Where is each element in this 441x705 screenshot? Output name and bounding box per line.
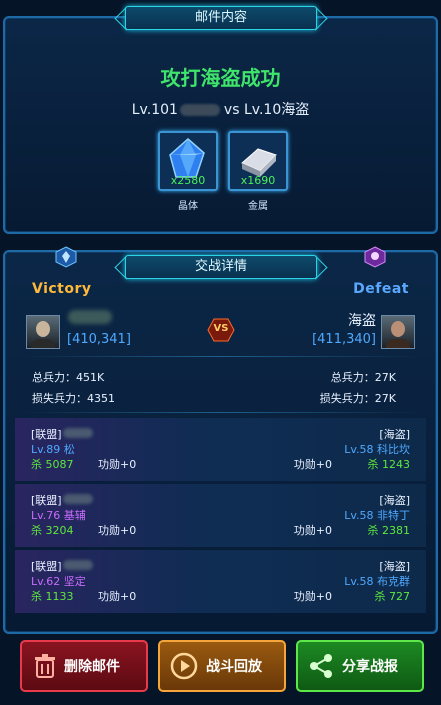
attacker-power: [410,341]	[67, 332, 131, 347]
metal-label: 金属	[248, 201, 268, 212]
crystal-qty: x2580	[170, 174, 206, 187]
right-tag: [海盗]	[379, 428, 410, 441]
right-kills: 杀 1243	[367, 458, 411, 471]
right-name: Lv.58 科比坎	[344, 443, 410, 456]
divider	[18, 412, 423, 413]
defender-lost-troops: 损失兵力：27K	[319, 392, 396, 405]
battle-tab-title: 交战详情	[125, 255, 317, 279]
defender-name: 海盗	[348, 313, 376, 329]
left-merit: 功勋+0	[98, 458, 137, 471]
delete-mail-button[interactable]: 删除邮件	[20, 640, 148, 692]
alliance-emblem-icon	[55, 246, 77, 268]
mail-tab-title: 邮件内容	[125, 6, 317, 30]
right-tag: [海盗]	[379, 494, 410, 507]
vs-word: vs	[223, 102, 240, 118]
trash-icon	[35, 654, 55, 678]
left-merit: 功勋+0	[98, 524, 137, 537]
share-label: 分享战报	[342, 659, 398, 675]
level-matchup: Lv.101 vs Lv.10海盗	[0, 99, 441, 119]
pirate-emblem-icon	[364, 246, 386, 268]
left-tag: [联盟]	[31, 560, 62, 573]
share-icon	[310, 654, 332, 678]
right-kills: 杀 2381	[367, 524, 411, 537]
replay-label: 战斗回放	[206, 659, 262, 675]
right-merit: 功勋+0	[293, 458, 332, 471]
blurred-name	[179, 104, 220, 116]
metal-qty: x1690	[240, 174, 276, 187]
delete-label: 删除邮件	[64, 659, 120, 675]
left-merit: 功勋+0	[98, 590, 137, 603]
attacker-total-troops: 总兵力：451K	[32, 371, 105, 384]
vs-badge: VS	[207, 318, 235, 342]
blurred-name	[63, 560, 93, 570]
battle-replay-button[interactable]: 战斗回放	[158, 640, 286, 692]
left-tag: [联盟]	[31, 494, 62, 507]
blurred-name	[63, 428, 93, 438]
defender-total-troops: 总兵力：27K	[330, 371, 396, 384]
right-name: Lv.58 布克群	[344, 575, 410, 588]
combat-row[interactable]: [联盟] Lv.62 坚定 杀 1133 功勋+0 [海盗] Lv.58 布克群…	[15, 550, 426, 613]
left-tag: [联盟]	[31, 428, 62, 441]
defender-level: Lv.10海盗	[243, 102, 310, 118]
attacker-name-blurred	[68, 310, 112, 324]
replay-icon	[170, 652, 198, 680]
right-kills: 杀 727	[374, 590, 411, 603]
left-kills: 杀 5087	[31, 458, 74, 471]
reward-crystal[interactable]: x2580	[158, 131, 218, 191]
victory-badge: Victory	[32, 281, 92, 297]
attacker-level: Lv.101	[131, 102, 178, 118]
defeat-badge: Defeat	[353, 281, 409, 297]
attacker-lost-troops: 损失兵力：4351	[32, 392, 115, 405]
divider	[18, 356, 423, 357]
share-report-button[interactable]: 分享战报	[296, 640, 424, 692]
blurred-name	[63, 494, 93, 504]
left-kills: 杀 1133	[31, 590, 74, 603]
crystal-label: 晶体	[178, 201, 198, 212]
combat-row[interactable]: [联盟] Lv.76 基辅 杀 3204 功勋+0 [海盗] Lv.58 非特丁…	[15, 484, 426, 547]
mail-panel	[3, 16, 438, 234]
battle-result-title: 攻打海盗成功	[160, 66, 281, 90]
reward-metal[interactable]: x1690	[228, 131, 288, 191]
left-kills: 杀 3204	[31, 524, 74, 537]
right-tag: [海盗]	[379, 560, 410, 573]
right-merit: 功勋+0	[293, 590, 332, 603]
left-name: Lv.89 松	[31, 443, 75, 456]
defender-power: [411,340]	[312, 332, 376, 347]
left-name: Lv.76 基辅	[31, 509, 86, 522]
right-merit: 功勋+0	[293, 524, 332, 537]
attacker-avatar[interactable]	[26, 315, 60, 349]
left-name: Lv.62 坚定	[31, 575, 86, 588]
combat-row[interactable]: [联盟] Lv.89 松 杀 5087 功勋+0 [海盗] Lv.58 科比坎 …	[15, 418, 426, 481]
right-name: Lv.58 非特丁	[344, 509, 410, 522]
defender-avatar[interactable]	[381, 315, 415, 349]
